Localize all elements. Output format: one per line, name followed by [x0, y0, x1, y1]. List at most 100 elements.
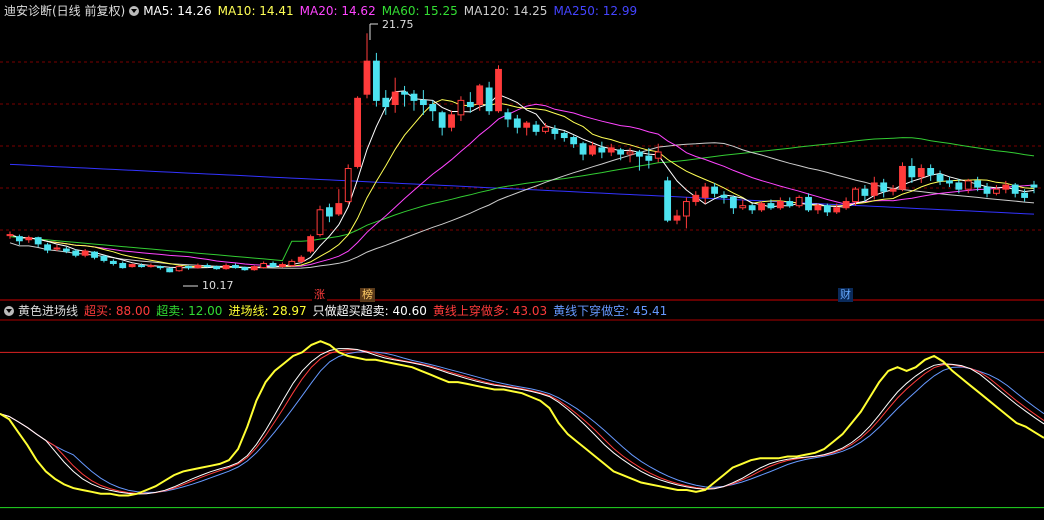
candle-body [589, 145, 596, 155]
low-price-label: 10.17 [202, 279, 234, 292]
candle-body [222, 265, 230, 270]
candle-body [786, 201, 794, 207]
candle-body [109, 260, 117, 264]
cai-tag[interactable]: 财 [838, 288, 853, 302]
chevron-down-icon[interactable] [129, 6, 140, 16]
candle-body [232, 265, 239, 269]
candle-body [147, 265, 155, 268]
candle-body [156, 266, 164, 269]
candle-body [25, 237, 33, 241]
candle-body [62, 248, 70, 252]
candle-body [100, 255, 108, 261]
ma5-line [9, 90, 1035, 269]
high-pointer [369, 23, 378, 40]
candle-body [899, 165, 906, 190]
candle-body [241, 267, 249, 271]
candle-body [673, 215, 681, 221]
candle-body [307, 236, 315, 252]
candle-body [438, 112, 446, 128]
candle-body [636, 151, 643, 157]
candle-body [466, 101, 474, 108]
candle-body [955, 182, 963, 190]
candle-body [983, 186, 991, 194]
candle-body [1011, 184, 1019, 194]
candle-body [833, 207, 841, 213]
chart-canvas [0, 23, 1044, 509]
candle-body [316, 209, 324, 236]
candle-body [91, 251, 98, 258]
candle-body [664, 180, 672, 221]
candle-body [72, 250, 80, 256]
ma20-legend: MA20: 14.62 [299, 4, 376, 18]
candle-body [203, 265, 211, 268]
candle-body [805, 196, 812, 211]
candle-body [250, 266, 258, 271]
candle-body [1002, 184, 1010, 190]
candle-body [692, 194, 700, 203]
indicator-title: 黄色进场线 [18, 304, 79, 318]
candle-body [448, 114, 455, 128]
candle-body [166, 268, 174, 273]
candle-body [523, 122, 531, 128]
candle-body [138, 265, 145, 268]
bang-tag[interactable]: 榜 [360, 288, 375, 302]
cross-up-legend: 黄线上穿做多: 43.03 [432, 304, 548, 318]
zhang-tag[interactable]: 涨 [312, 288, 327, 302]
candle-body [213, 266, 221, 270]
ma60-legend: MA60: 15.25 [381, 4, 458, 18]
ma5-legend: MA5: 14.26 [143, 4, 212, 18]
candle-body [542, 126, 549, 132]
candle-body [495, 68, 502, 112]
candle-body [279, 264, 286, 268]
candle-body [729, 196, 737, 209]
candle-body [326, 207, 333, 217]
candle-body [776, 201, 784, 209]
ma60-line [9, 137, 1035, 262]
candle-body [682, 201, 690, 217]
candle-body [645, 155, 653, 161]
ma250-legend: MA250: 12.99 [553, 4, 638, 18]
chart-title: 迪安诊断(日线 前复权) [4, 4, 126, 18]
candle-body [889, 188, 897, 192]
candle-body [720, 194, 728, 198]
candle-body [194, 265, 202, 269]
candle-body [260, 262, 268, 269]
candle-body [128, 264, 136, 268]
indicator-legend: 黄色进场线 超买: 88.00 超卖: 12.00 进场线: 28.97 只做超买超卖:… [4, 302, 673, 320]
candle-body [34, 237, 42, 245]
candle-body [617, 149, 625, 155]
candle-body [701, 186, 709, 198]
candle-body [513, 118, 521, 128]
candle-body [44, 244, 51, 251]
candle-body [372, 60, 380, 101]
candle-body [551, 128, 559, 134]
ma120-legend: MA120: 14.25 [463, 4, 548, 18]
candle-body [711, 186, 718, 194]
candle-body [185, 266, 192, 269]
candle-body [767, 203, 775, 209]
candle-body [410, 93, 418, 101]
candle-body [288, 260, 296, 267]
candle-body [1030, 184, 1038, 188]
candle-body [758, 203, 765, 211]
candle-body [532, 124, 540, 132]
candle-body [814, 205, 822, 211]
candle-body [15, 236, 23, 242]
candle-body [579, 143, 587, 155]
candle-body [870, 182, 878, 196]
chevron-down-icon[interactable] [4, 306, 14, 316]
candle-body [739, 205, 747, 209]
candle-body [654, 151, 662, 159]
candle-body [269, 262, 277, 268]
candle-body [917, 168, 925, 178]
candle-body [335, 203, 343, 215]
candle-body [429, 104, 437, 112]
candle-body [607, 147, 615, 153]
candlestick-series [6, 23, 1038, 287]
candle-body [927, 168, 935, 176]
candle-body [297, 256, 305, 262]
candle-body [908, 165, 916, 178]
main-legend: 迪安诊断(日线 前复权) MA5: 14.26 MA10: 14.41 MA20: 1… [4, 2, 643, 20]
candle-body [570, 137, 578, 145]
moving-average-lines [9, 90, 1035, 269]
